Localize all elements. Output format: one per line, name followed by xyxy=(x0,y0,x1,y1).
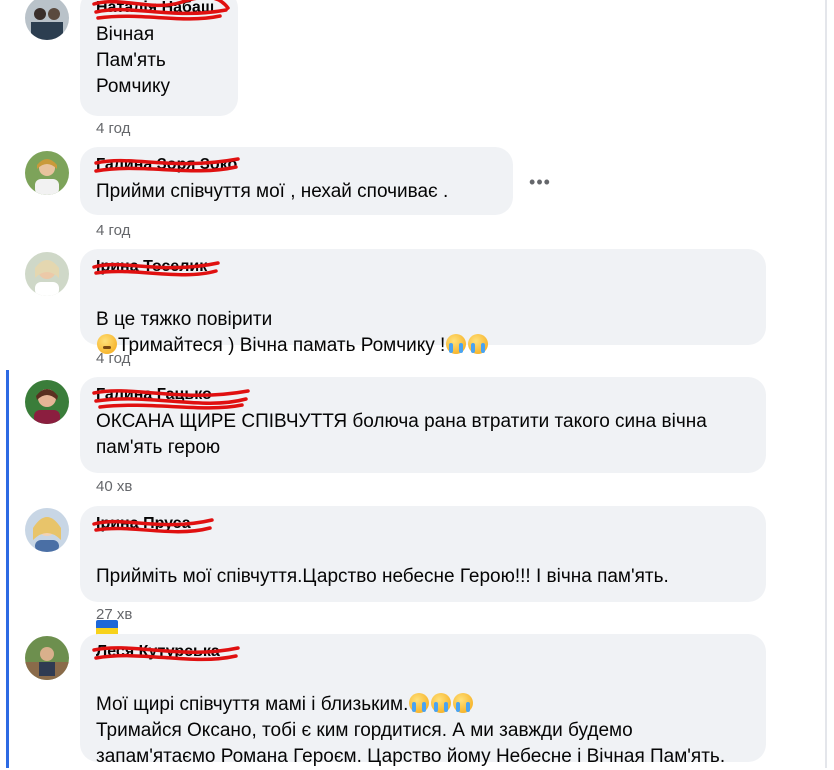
comment-text: Прийміть мої співчуття.Царство небесне Г… xyxy=(96,538,750,642)
comment-bubble: Ірина Тоселик В це тяжко повірити Тримай… xyxy=(80,249,766,406)
author-name[interactable]: Леся Кутурська xyxy=(92,642,240,662)
avatar[interactable] xyxy=(25,0,69,40)
comment-time[interactable]: 27 хв xyxy=(96,606,132,623)
comment-text: Прийми співчуття мої , нехай спочиває . xyxy=(96,181,449,202)
comment-text-part: Тримайтеся ) Вічна памать Ромчику ! xyxy=(118,335,446,356)
comment-time[interactable]: 4 год xyxy=(96,120,130,137)
comment-bubble: Наталія Набаш Вічная Пам'ять Ромчику xyxy=(80,0,238,116)
author-name[interactable]: Галина Зоря Зоко xyxy=(94,155,240,175)
comment-bubble: Ірина Пруса Прийміть мої співчуття.Царст… xyxy=(80,506,766,636)
comment-time[interactable]: 40 хв xyxy=(96,478,132,495)
thread-indicator xyxy=(6,370,9,768)
comment-time[interactable]: 4 год xyxy=(96,350,130,367)
avatar[interactable] xyxy=(25,252,69,296)
comment-text-part: В це тяжко повірити xyxy=(96,309,273,330)
loudly-crying-face-icon xyxy=(468,334,489,354)
author-name[interactable]: Галина Гацько xyxy=(92,385,250,410)
comment-text: ОКСАНА ЩИРЕ СПІВЧУТТЯ болюча рана втрати… xyxy=(96,411,707,458)
avatar[interactable] xyxy=(25,151,69,195)
author-name[interactable]: Наталія Набаш xyxy=(92,0,230,21)
avatar[interactable] xyxy=(25,380,69,424)
comment-bubble: Леся Кутурська Мої щирі співчуття мамі і… xyxy=(80,634,766,767)
author-name-text[interactable]: Ірина Тоселик xyxy=(96,258,207,275)
comment-time[interactable]: 4 год xyxy=(96,222,130,239)
loudly-crying-face-icon xyxy=(431,693,452,713)
comment-bubble: Галина Гацько ОКСАНА ЩИРЕ СПІВЧУТТЯ болю… xyxy=(80,377,766,473)
comment-text-part: Прийміть мої співчуття.Царство небесне Г… xyxy=(96,566,669,587)
author-name-text[interactable]: Галина Гацько xyxy=(96,386,212,403)
loudly-crying-face-icon xyxy=(453,693,474,713)
author-name[interactable]: Ірина Пруса xyxy=(92,514,214,534)
loudly-crying-face-icon xyxy=(409,693,430,713)
comment-bubble: Галина Зоря Зоко Прийми співчуття мої , … xyxy=(80,147,513,215)
comment-text-part: Мої щирі співчуття мамі і близьким. xyxy=(96,694,409,715)
avatar[interactable] xyxy=(25,636,69,680)
avatar[interactable] xyxy=(25,508,69,552)
loudly-crying-face-icon xyxy=(446,334,467,354)
comment-text: Вічная Пам'ять Ромчику xyxy=(96,24,171,97)
author-name[interactable]: Ірина Тоселик xyxy=(92,257,220,277)
panel-edge xyxy=(825,0,827,768)
author-name-text[interactable]: Галина Зоря Зоко xyxy=(96,156,237,173)
author-name-text[interactable]: Ірина Пруса xyxy=(96,515,191,532)
author-name-text[interactable]: Наталія Набаш xyxy=(96,0,214,16)
comment-text-part: Тримайся Оксано, тобі є ким гордитися. А… xyxy=(96,720,726,767)
comment-text: Мої щирі співчуття мамі і близьким. Трим… xyxy=(96,666,746,770)
author-name-text[interactable]: Леся Кутурська xyxy=(96,643,220,660)
more-options-icon[interactable]: ••• xyxy=(528,172,552,196)
